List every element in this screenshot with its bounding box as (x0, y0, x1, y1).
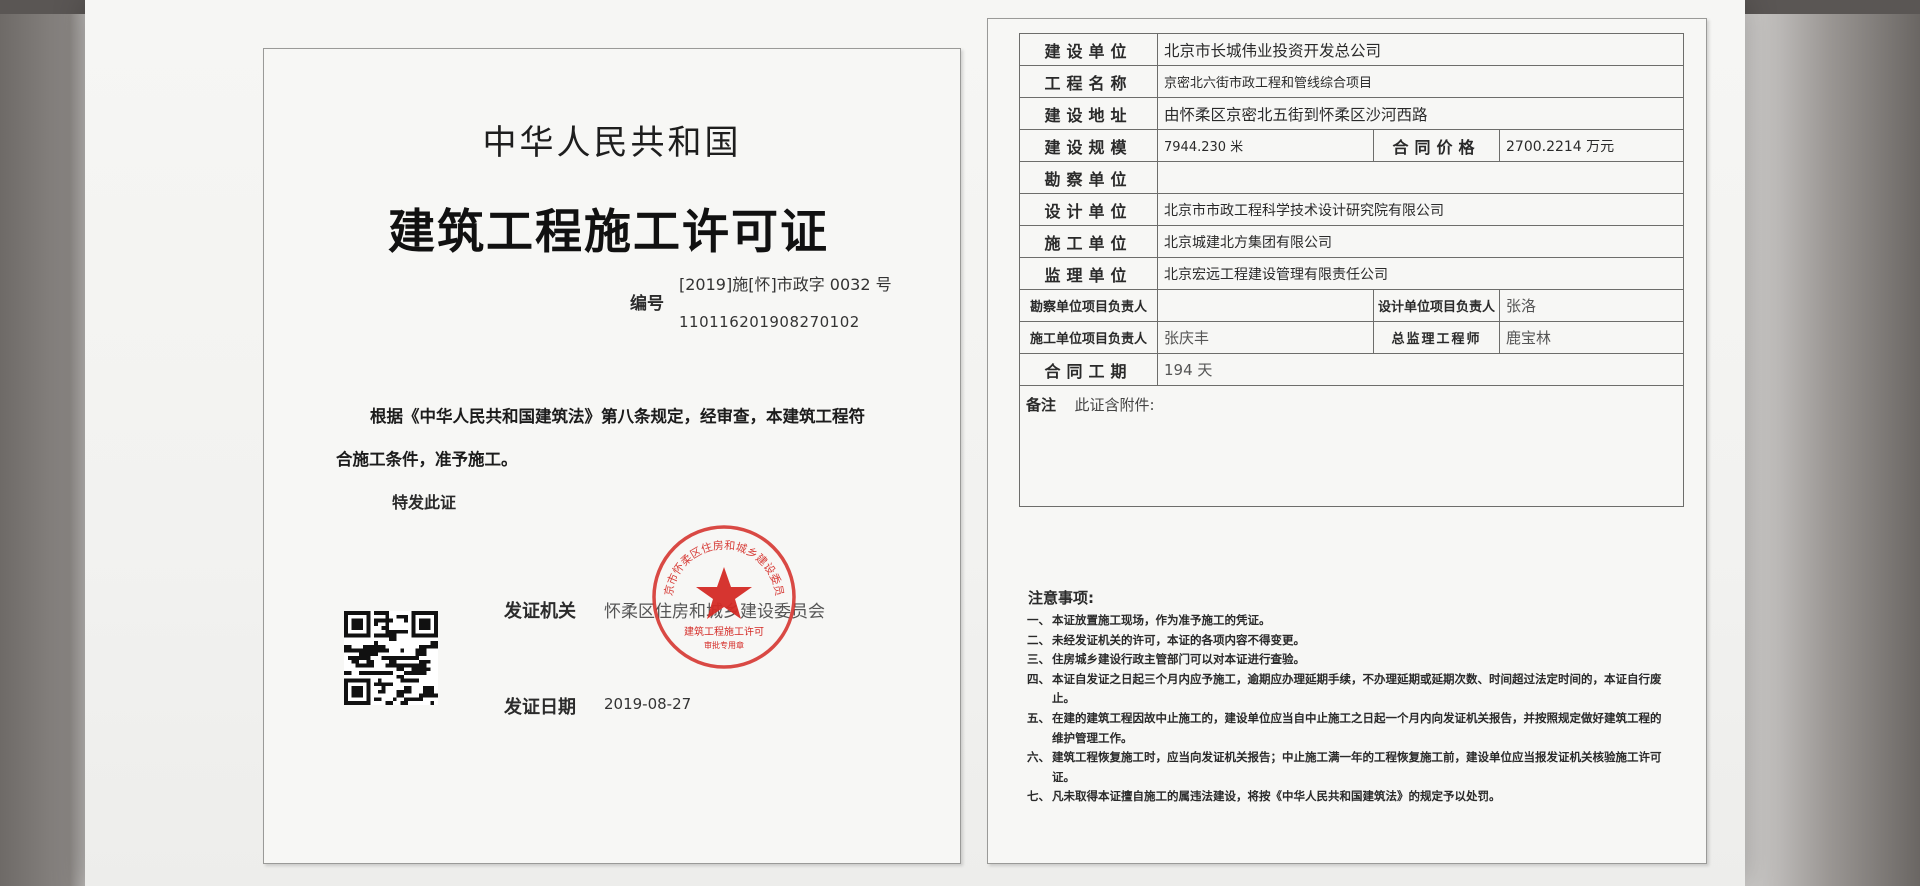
construction-unit-value: 北京城建北方集团有限公司 (1156, 225, 1685, 258)
chief-supervisor-label: 总监理工程师 (1373, 321, 1500, 354)
project-name-label: 工程名称 (1019, 65, 1158, 98)
list-item: 一、 本证放置施工现场，作为准予施工的凭证。 (1027, 613, 1271, 627)
table-row: 合同工期 194 天 (1019, 353, 1685, 386)
supervision-unit-value: 北京宏远工程建设管理有限责任公司 (1156, 257, 1685, 290)
notes-title: 注意事项: (1028, 589, 1094, 607)
permit-code: 110116201908270102 (679, 313, 860, 331)
qr-code-icon (344, 611, 438, 705)
design-unit-label: 设计单位 (1019, 193, 1158, 226)
official-seal-stamp: 北京市怀柔区住房和城乡建设委员会 建筑工程施工许可 审批专用章 (648, 521, 796, 669)
table-row: 建设地址 由怀柔区京密北五街到怀柔区沙河西路 (1019, 97, 1685, 130)
construction-lead-value: 张庆丰 (1157, 321, 1374, 354)
contract-price-label: 合同价格 (1373, 129, 1500, 162)
permit-number-label: 编号 (630, 294, 664, 314)
project-name-value: 京密北六街市政工程和管线综合项目 (1156, 65, 1685, 98)
svg-text:北京市怀柔区住房和城乡建设委员会: 北京市怀柔区住房和城乡建设委员会 (648, 521, 786, 597)
table-row: 施工单位项目负责人 张庆丰 总监理工程师 鹿宝林 (1019, 321, 1685, 354)
contract-price-value: 2700.2214 万元 (1498, 129, 1685, 162)
table-row: 勘察单位项目负责人 设计单位项目负责人 张洛 (1019, 289, 1685, 322)
table-row: 监理单位 北京宏远工程建设管理有限责任公司 (1019, 257, 1685, 290)
builder-value: 北京市长城伟业投资开发总公司 (1156, 33, 1685, 66)
construction-unit-label: 施工单位 (1019, 225, 1158, 258)
survey-lead-label: 勘察单位项目负责人 (1019, 289, 1158, 322)
permit-statement-line2: 合施工条件，准予施工。 (336, 450, 518, 469)
remarks-label: 备注 (1026, 396, 1057, 414)
permit-title: 建筑工程施工许可证 (388, 205, 829, 260)
svg-text:审批专用章: 审批专用章 (704, 640, 744, 650)
permit-details-page: 建设单位 北京市长城伟业投资开发总公司 工程名称 京密北六街市政工程和管线综合项… (987, 18, 1707, 864)
issue-date-label: 发证日期 (504, 697, 576, 718)
permit-info-table: 建设单位 北京市长城伟业投资开发总公司 工程名称 京密北六街市政工程和管线综合项… (1018, 33, 1685, 507)
table-row: 备注 此证含附件: (1018, 385, 1685, 507)
address-value: 由怀柔区京密北五街到怀柔区沙河西路 (1156, 97, 1685, 130)
monitor-screen: 中华人民共和国 建筑工程施工许可证 [2019]施[怀]市政字 0032 号 编… (85, 0, 1745, 886)
contract-period-label: 合同工期 (1019, 353, 1158, 386)
design-lead-label: 设计单位项目负责人 (1373, 289, 1500, 322)
table-row: 施工单位 北京城建北方集团有限公司 (1019, 225, 1685, 258)
table-row: 勘察单位 (1019, 161, 1685, 194)
country-name: 中华人民共和国 (482, 123, 742, 163)
chief-supervisor-value: 鹿宝林 (1498, 321, 1685, 354)
survey-lead-value (1157, 289, 1374, 322)
list-item: 五、 在建的建筑工程因故中止施工的，建设单位应当自中止施工之日起一个月内向发证机关… (1027, 710, 1662, 745)
construction-lead-label: 施工单位项目负责人 (1019, 321, 1158, 354)
list-item: 六、 建筑工程恢复施工时，应当向发证机关报告；中止施工满一年的工程恢复施工前，建设… (1027, 750, 1662, 784)
scale-value: 7944.230 米 (1157, 129, 1374, 162)
list-item: 三、 住房城乡建设行政主管部门可以对本证进行查验。 (1027, 652, 1305, 667)
table-row: 设计单位 北京市市政工程科学技术设计研究院有限公司 (1019, 193, 1685, 226)
design-unit-value: 北京市市政工程科学技术设计研究院有限公司 (1156, 193, 1685, 226)
special-issue-text: 特发此证 (392, 493, 457, 512)
remarks-cell: 备注 此证含附件: (1018, 385, 1685, 507)
table-row: 建设规模 7944.230 米 合同价格 2700.2214 万元 (1019, 129, 1685, 162)
remarks-value: 此证含附件: (1074, 396, 1155, 414)
table-row: 工程名称 京密北六街市政工程和管线综合项目 (1019, 65, 1685, 98)
scale-label: 建设规模 (1019, 129, 1158, 162)
builder-label: 建设单位 (1019, 33, 1158, 66)
svg-text:建筑工程施工许可: 建筑工程施工许可 (684, 625, 764, 638)
survey-unit-value (1156, 161, 1685, 194)
list-item: 四、 本证自发证之日起三个月内应予施工，逾期应办理延期手续，不办理延期或延期次数、… (1027, 671, 1662, 706)
issue-date-value: 2019-08-27 (604, 695, 692, 713)
permit-cover-page: 中华人民共和国 建筑工程施工许可证 [2019]施[怀]市政字 0032 号 编… (263, 48, 961, 864)
design-lead-value: 张洛 (1498, 289, 1685, 322)
table-row: 建设单位 北京市长城伟业投资开发总公司 (1019, 33, 1685, 66)
permit-statement: 根据《中华人民共和国建筑法》第八条规定，经审查，本建筑工程符 合施工条件，准予施… (336, 395, 896, 481)
survey-unit-label: 勘察单位 (1019, 161, 1158, 194)
list-item: 七、 凡未取得本证擅自施工的属违法建设，将按《中华人民共和国建筑法》的规定予以处罚… (1027, 789, 1501, 804)
address-label: 建设地址 (1019, 97, 1158, 130)
list-item: 二、 未经发证机关的许可，本证的各项内容不得变更。 (1027, 632, 1305, 647)
contract-period-value: 194 天 (1156, 353, 1685, 386)
permit-statement-line1: 根据《中华人民共和国建筑法》第八条规定，经审查，本建筑工程符 (370, 407, 865, 426)
notes-list: 一、 本证放置施工现场，作为准予施工的凭证。 二、 未经发证机关的许可，本证的各项内… (1026, 611, 1666, 807)
supervision-unit-label: 监理单位 (1019, 257, 1158, 290)
permit-number: [2019]施[怀]市政字 0032 号 (679, 275, 892, 294)
issuer-label: 发证机关 (504, 601, 576, 622)
